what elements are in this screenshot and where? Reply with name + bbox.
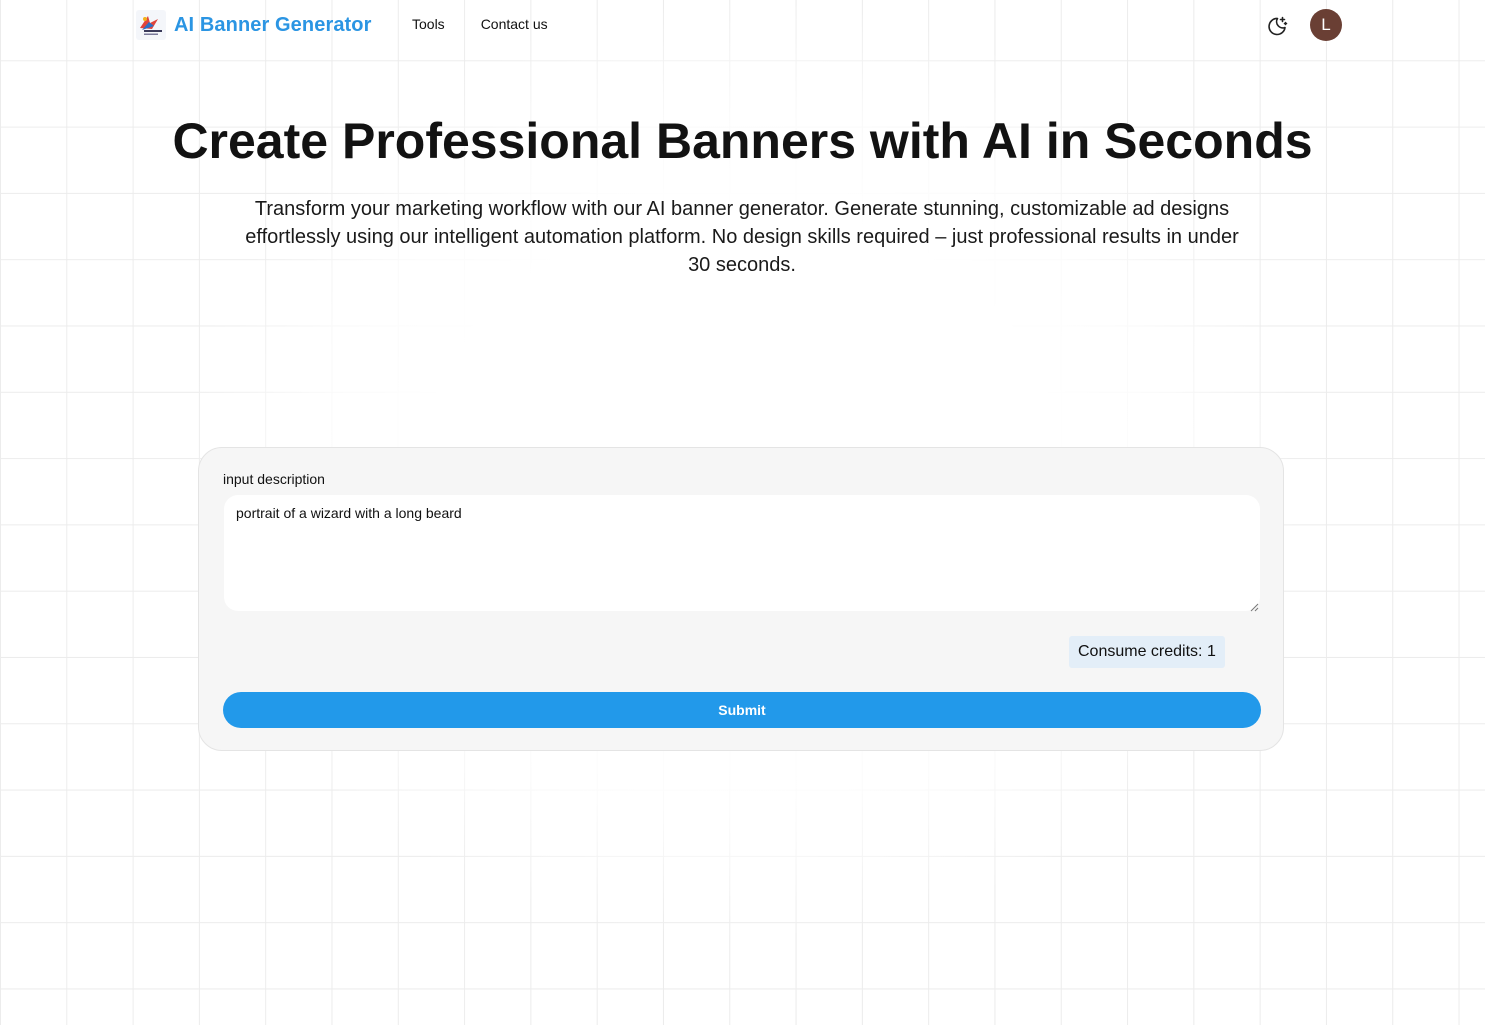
resize-handle-icon[interactable] [1249,599,1259,612]
page-title: Create Professional Banners with AI in S… [172,113,1313,169]
site-header: AI Banner Generator Tools Contact us L [0,0,1485,50]
credits-badge: Consume credits: 1 [1069,636,1225,668]
page-subtitle: Transform your marketing workflow with o… [245,198,1239,276]
brand-name: AI Banner Generator [174,13,372,36]
theme-toggle-moon-icon[interactable] [1265,14,1289,38]
brand-link[interactable]: AI Banner Generator [136,9,372,41]
page: AI Banner Generator Tools Contact us L C… [0,0,1485,1025]
main-nav: Tools Contact us [412,16,548,32]
nav-link-contact-us[interactable]: Contact us [481,16,548,32]
generator-form-card: input description portrait of a wizard w… [198,447,1284,751]
banner-generator-logo-icon [136,10,166,40]
user-avatar[interactable]: L [1310,9,1342,41]
nav-link-tools[interactable]: Tools [412,16,445,32]
description-label: input description [223,471,325,487]
submit-button[interactable]: Submit [223,692,1261,728]
description-input[interactable]: portrait of a wizard with a long beard [224,495,1260,611]
